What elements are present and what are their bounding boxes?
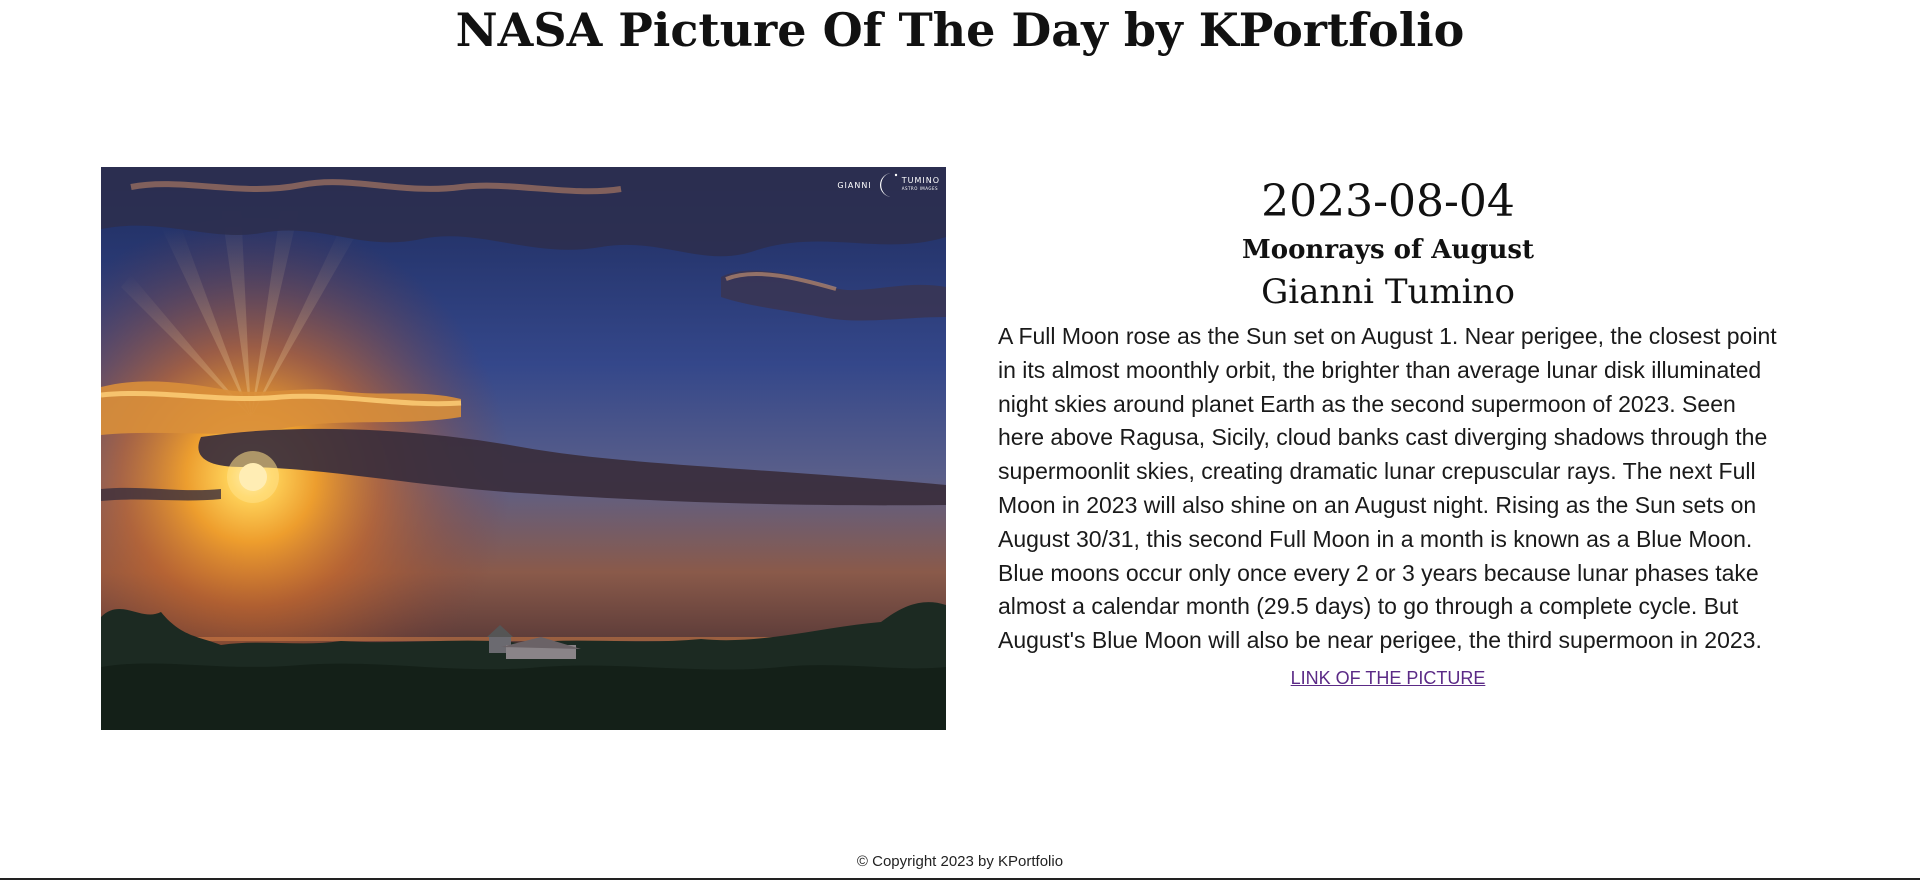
watermark-right-text: TUMINO bbox=[901, 176, 940, 185]
picture-explanation: A Full Moon rose as the Sun set on Augus… bbox=[998, 323, 1777, 654]
watermark: GIANNI TUMINO ASTRO IMAGES bbox=[837, 171, 940, 199]
picture-info: 2023-08-04 Moonrays of August Gianni Tum… bbox=[998, 172, 1778, 690]
footer-copyright: © Copyright 2023 by KPortfolio bbox=[856, 853, 1064, 870]
picture-date: 2023-08-04 bbox=[1261, 176, 1515, 227]
watermark-left-text: GIANNI bbox=[837, 180, 872, 190]
picture-author: Gianni Tumino bbox=[1261, 272, 1515, 312]
picture-title: Moonrays of August bbox=[1241, 235, 1535, 265]
watermark-sub-text: ASTRO IMAGES bbox=[901, 186, 939, 191]
page: NASA Picture Of The Day by KPortfolio GI… bbox=[0, 0, 1920, 880]
crescent-moon-icon bbox=[879, 173, 897, 197]
picture-image bbox=[101, 167, 946, 730]
site-title: NASA Picture Of The Day by KPortfolio bbox=[455, 3, 1465, 57]
picture-of-the-day: GIANNI TUMINO ASTRO IMAGES bbox=[101, 167, 946, 730]
picture-link[interactable]: LINK OF THE PICTURE bbox=[1291, 666, 1486, 690]
